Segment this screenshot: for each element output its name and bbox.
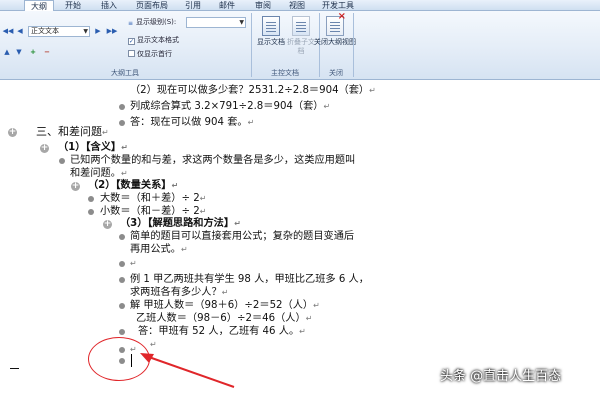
outline-line[interactable]: 答：甲班有 52 人，乙班有 46 人。↵ [138,325,306,338]
tab-insert[interactable]: 插入 [94,0,124,11]
group-divider [353,13,354,77]
close-outline-view-button[interactable]: 关闭大纲视图 [314,11,356,67]
show-text-format-checkbox[interactable]: ✓ 显示文本格式 [128,35,179,46]
body-bullet[interactable] [119,303,125,309]
tab-review[interactable]: 审阅 [248,0,278,11]
master-document-group-label: 主控文档 [271,69,299,77]
outline-document[interactable]: （2）现在可以做多少套？2531.2÷2.8＝904（套）↵ 列成综合算式 3.… [0,81,600,400]
fold-subdocument-button[interactable]: 折叠子文档 [284,13,318,67]
body-bullet[interactable] [119,120,125,126]
expand-heading-icon[interactable]: + [8,128,17,137]
demote-to-body-icon[interactable]: ▶▶ [105,26,119,37]
expand-heading-icon[interactable]: + [103,220,112,229]
outline-line[interactable]: 求两班各有多少人？↵ [130,286,228,299]
outline-line[interactable]: ↵ [130,257,137,270]
document-end-marker [10,368,19,369]
close-group-label: 关闭 [329,69,343,77]
move-down-icon[interactable]: ▼ [14,47,24,58]
collapse-icon[interactable]: − [42,47,52,58]
ribbon-tab-bar: 大纲 开始 插入 页面布局 引用 邮件 审阅 视图 开发工具 [0,0,600,12]
body-bullet[interactable] [119,104,125,110]
show-text-format-label: 显示文本格式 [137,36,179,44]
promote-to-heading1-icon[interactable]: ◀◀ [2,26,14,37]
outline-line[interactable]: ↵ [150,338,157,351]
body-bullet[interactable] [88,209,94,215]
expand-icon[interactable]: + [28,47,38,58]
outline-heading-1[interactable]: 三、和差问题↵ [36,125,109,139]
outline-line[interactable]: 列成综合算式 3.2×791÷2.8＝904（套）↵ [130,100,330,113]
show-first-line-label: 仅显示首行 [137,50,172,58]
outline-heading-3[interactable]: （2）【数量关系】↵ [88,179,178,192]
expand-heading-icon[interactable]: + [40,144,49,153]
outline-line[interactable]: 再用公式。↵ [130,243,188,256]
tab-references[interactable]: 引用 [178,0,208,11]
outline-line[interactable]: 已知两个数量的和与差，求这两个数量各是多少，这类应用题叫 [70,154,355,167]
outline-level-value: 正文文本 [31,27,59,35]
show-document-label: 显示文档 [257,38,285,46]
show-first-line-checkbox[interactable]: 仅显示首行 [128,49,172,60]
demote-icon[interactable]: ▶ [93,26,103,37]
chevron-down-icon: ▼ [83,28,88,35]
body-bullet[interactable] [119,261,125,267]
show-level-label: 显示级别(S): [136,18,177,26]
body-bullet[interactable] [119,234,125,240]
tab-home[interactable]: 开始 [58,0,88,11]
show-level-icon: ≡ [127,20,134,27]
outline-line[interactable]: 答：现在可以做 904 套。↵ [130,116,254,129]
annotation-arrow-icon [140,353,235,388]
outline-line[interactable]: 大数＝（和＋差）÷ 2↵ [100,192,206,205]
fold-subdocument-label: 折叠子文档 [287,38,315,55]
outline-heading-4[interactable]: （3）【解题思路和方法】↵ [120,217,241,230]
body-bullet[interactable] [119,277,125,283]
expand-heading-icon[interactable]: + [71,182,80,191]
show-level-row: ≡ 显示级别(S): [127,17,176,28]
tab-view[interactable]: 视图 [282,0,312,11]
checkbox-checked-icon: ✓ [128,38,135,45]
outline-level-combo[interactable]: 正文文本 ▼ [28,26,90,37]
outline-line[interactable]: 乙班人数＝（98－6）÷2＝46（人）↵ [136,312,312,325]
tab-developer[interactable]: 开发工具 [316,0,360,11]
chevron-down-icon: ▼ [239,19,244,26]
outline-line[interactable]: （2）现在可以做多少套？2531.2÷2.8＝904（套）↵ [130,84,376,97]
show-document-button[interactable]: 显示文档 [254,13,288,67]
ribbon: ◀◀ ◀ 正文文本 ▼ ▶ ▶▶ ▲ ▼ + − ≡ 显示级别(S): ▼ ✓ 显示… [0,11,600,80]
show-level-combo[interactable]: ▼ [186,17,246,28]
outline-line[interactable]: 例 1 甲乙两班共有学生 98 人，甲班比乙班多 6 人， [130,273,369,286]
outline-heading-2[interactable]: （1）【含义】↵ [58,141,128,154]
body-bullet[interactable] [59,158,65,164]
close-icon [326,11,346,36]
subdocument-icon [292,16,310,36]
document-icon [262,16,280,36]
body-bullet[interactable] [88,196,94,202]
close-outline-view-label: 关闭大纲视图 [314,38,356,46]
tab-mailings[interactable]: 邮件 [212,0,242,11]
outline-line[interactable]: 解 甲班人数＝（98＋6）÷2＝52（人）↵ [130,299,320,312]
checkbox-unchecked-icon [128,50,135,57]
watermark: 头条 @直击人生百态 [440,369,562,384]
tab-page-layout[interactable]: 页面布局 [130,0,174,11]
outline-line[interactable]: 简单的题目可以直接套用公式；复杂的题目变通后 [130,230,354,243]
move-up-icon[interactable]: ▲ [2,47,12,58]
promote-icon[interactable]: ◀ [15,26,25,37]
outline-tools-group-label: 大纲工具 [111,69,139,77]
body-bullet[interactable] [119,329,125,335]
